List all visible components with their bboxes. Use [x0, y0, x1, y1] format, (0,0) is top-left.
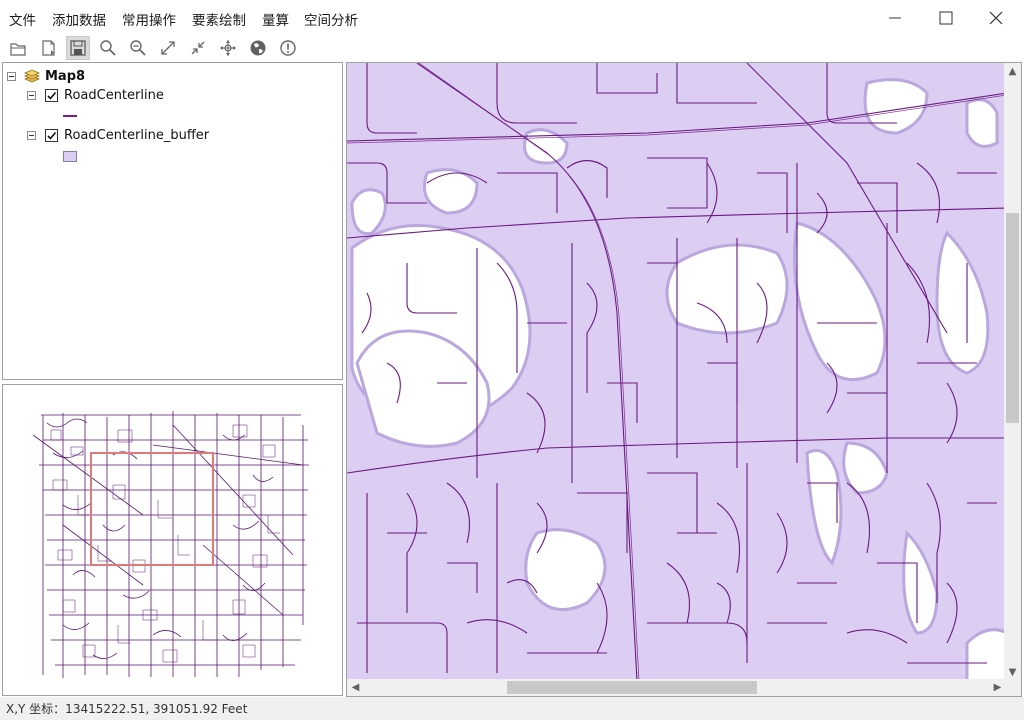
map-name: Map8	[45, 68, 86, 84]
map-gap-area	[524, 528, 607, 612]
map-gap-area	[965, 98, 999, 148]
scroll-left-arrow-icon[interactable]: ◀	[347, 679, 364, 696]
close-button[interactable]	[983, 6, 1009, 30]
collapse-layer-toggle[interactable]	[27, 91, 36, 100]
save-button[interactable]	[66, 36, 90, 60]
collapse-map-toggle[interactable]	[7, 71, 16, 81]
minimize-button[interactable]	[882, 6, 908, 30]
layer-visibility-checkbox[interactable]	[45, 89, 58, 102]
menu-bar: 文件 添加数据 常用操作 要素绘制 量算 空间分析	[0, 0, 1024, 34]
zoom-out-button[interactable]	[126, 36, 150, 60]
scrollbar-corner	[1004, 679, 1021, 696]
line-symbol-swatch	[63, 115, 77, 117]
pan-button[interactable]	[216, 36, 240, 60]
menu-measure[interactable]: 量算	[262, 9, 289, 29]
zoom-to-layer-button[interactable]	[186, 36, 210, 60]
minimize-icon	[889, 17, 901, 19]
map-canvas	[347, 63, 1009, 683]
vertical-scrollbar[interactable]: ▲ ▼	[1004, 63, 1021, 681]
collapse-layer-toggle[interactable]	[27, 131, 36, 140]
menu-spatial-analysis[interactable]: 空间分析	[304, 9, 358, 29]
identify-icon	[280, 40, 296, 56]
globe-button[interactable]	[246, 36, 270, 60]
close-icon	[989, 11, 1003, 25]
zoom-in-icon	[100, 40, 116, 56]
coordinates-readout: X,Y 坐标：13415222.51, 391051.92 Feet	[6, 702, 248, 716]
open-document-button[interactable]	[6, 36, 30, 60]
menu-add-data[interactable]: 添加数据	[52, 9, 106, 29]
fill-symbol-swatch	[63, 151, 77, 162]
scroll-up-arrow-icon[interactable]: ▲	[1004, 63, 1021, 80]
status-bar: X,Y 坐标：13415222.51, 391051.92 Feet	[0, 697, 1024, 720]
layers-icon	[23, 69, 41, 83]
map-gap-area	[423, 168, 479, 215]
vertical-scroll-thumb[interactable]	[1006, 213, 1019, 423]
menu-common-operations[interactable]: 常用操作	[122, 9, 176, 29]
layer-visibility-checkbox[interactable]	[45, 129, 58, 142]
zoom-out-icon	[130, 40, 146, 56]
save-icon	[70, 40, 86, 56]
full-extent-icon	[161, 41, 175, 55]
open-document-icon	[10, 43, 26, 56]
table-of-contents: Map8 RoadCenterline RoadCenterline_buffe…	[2, 62, 343, 380]
layer-row[interactable]: RoadCenterline_buffer	[27, 128, 209, 143]
map-gap-area	[665, 243, 789, 335]
menu-file[interactable]: 文件	[9, 9, 36, 29]
zoom-in-button[interactable]	[96, 36, 120, 60]
layer-row[interactable]: RoadCenterline	[27, 88, 164, 103]
overview-roads	[32, 411, 309, 678]
full-extent-button[interactable]	[156, 36, 180, 60]
zoom-to-layer-icon	[191, 41, 205, 55]
map-node[interactable]: Map8	[7, 68, 85, 84]
checkmark-icon	[47, 131, 57, 140]
horizontal-scroll-thumb[interactable]	[507, 681, 757, 694]
maximize-button[interactable]	[933, 6, 959, 30]
checkmark-icon	[47, 91, 57, 100]
identify-button[interactable]	[276, 36, 300, 60]
pan-icon	[220, 40, 236, 56]
globe-icon	[250, 40, 266, 56]
map-view[interactable]: ▲ ▼ ◀ ▶	[346, 62, 1022, 697]
new-document-button[interactable]	[36, 36, 60, 60]
menu-feature-drawing[interactable]: 要素绘制	[192, 9, 246, 29]
map-gap-area	[965, 628, 1009, 683]
new-document-icon	[42, 40, 55, 56]
horizontal-scrollbar[interactable]: ◀ ▶	[347, 679, 1006, 696]
layer-name: RoadCenterline_buffer	[64, 128, 210, 143]
maximize-icon	[939, 11, 953, 25]
toolbar	[0, 34, 1024, 62]
overview-map[interactable]	[2, 384, 343, 696]
layer-name: RoadCenterline	[64, 88, 164, 103]
